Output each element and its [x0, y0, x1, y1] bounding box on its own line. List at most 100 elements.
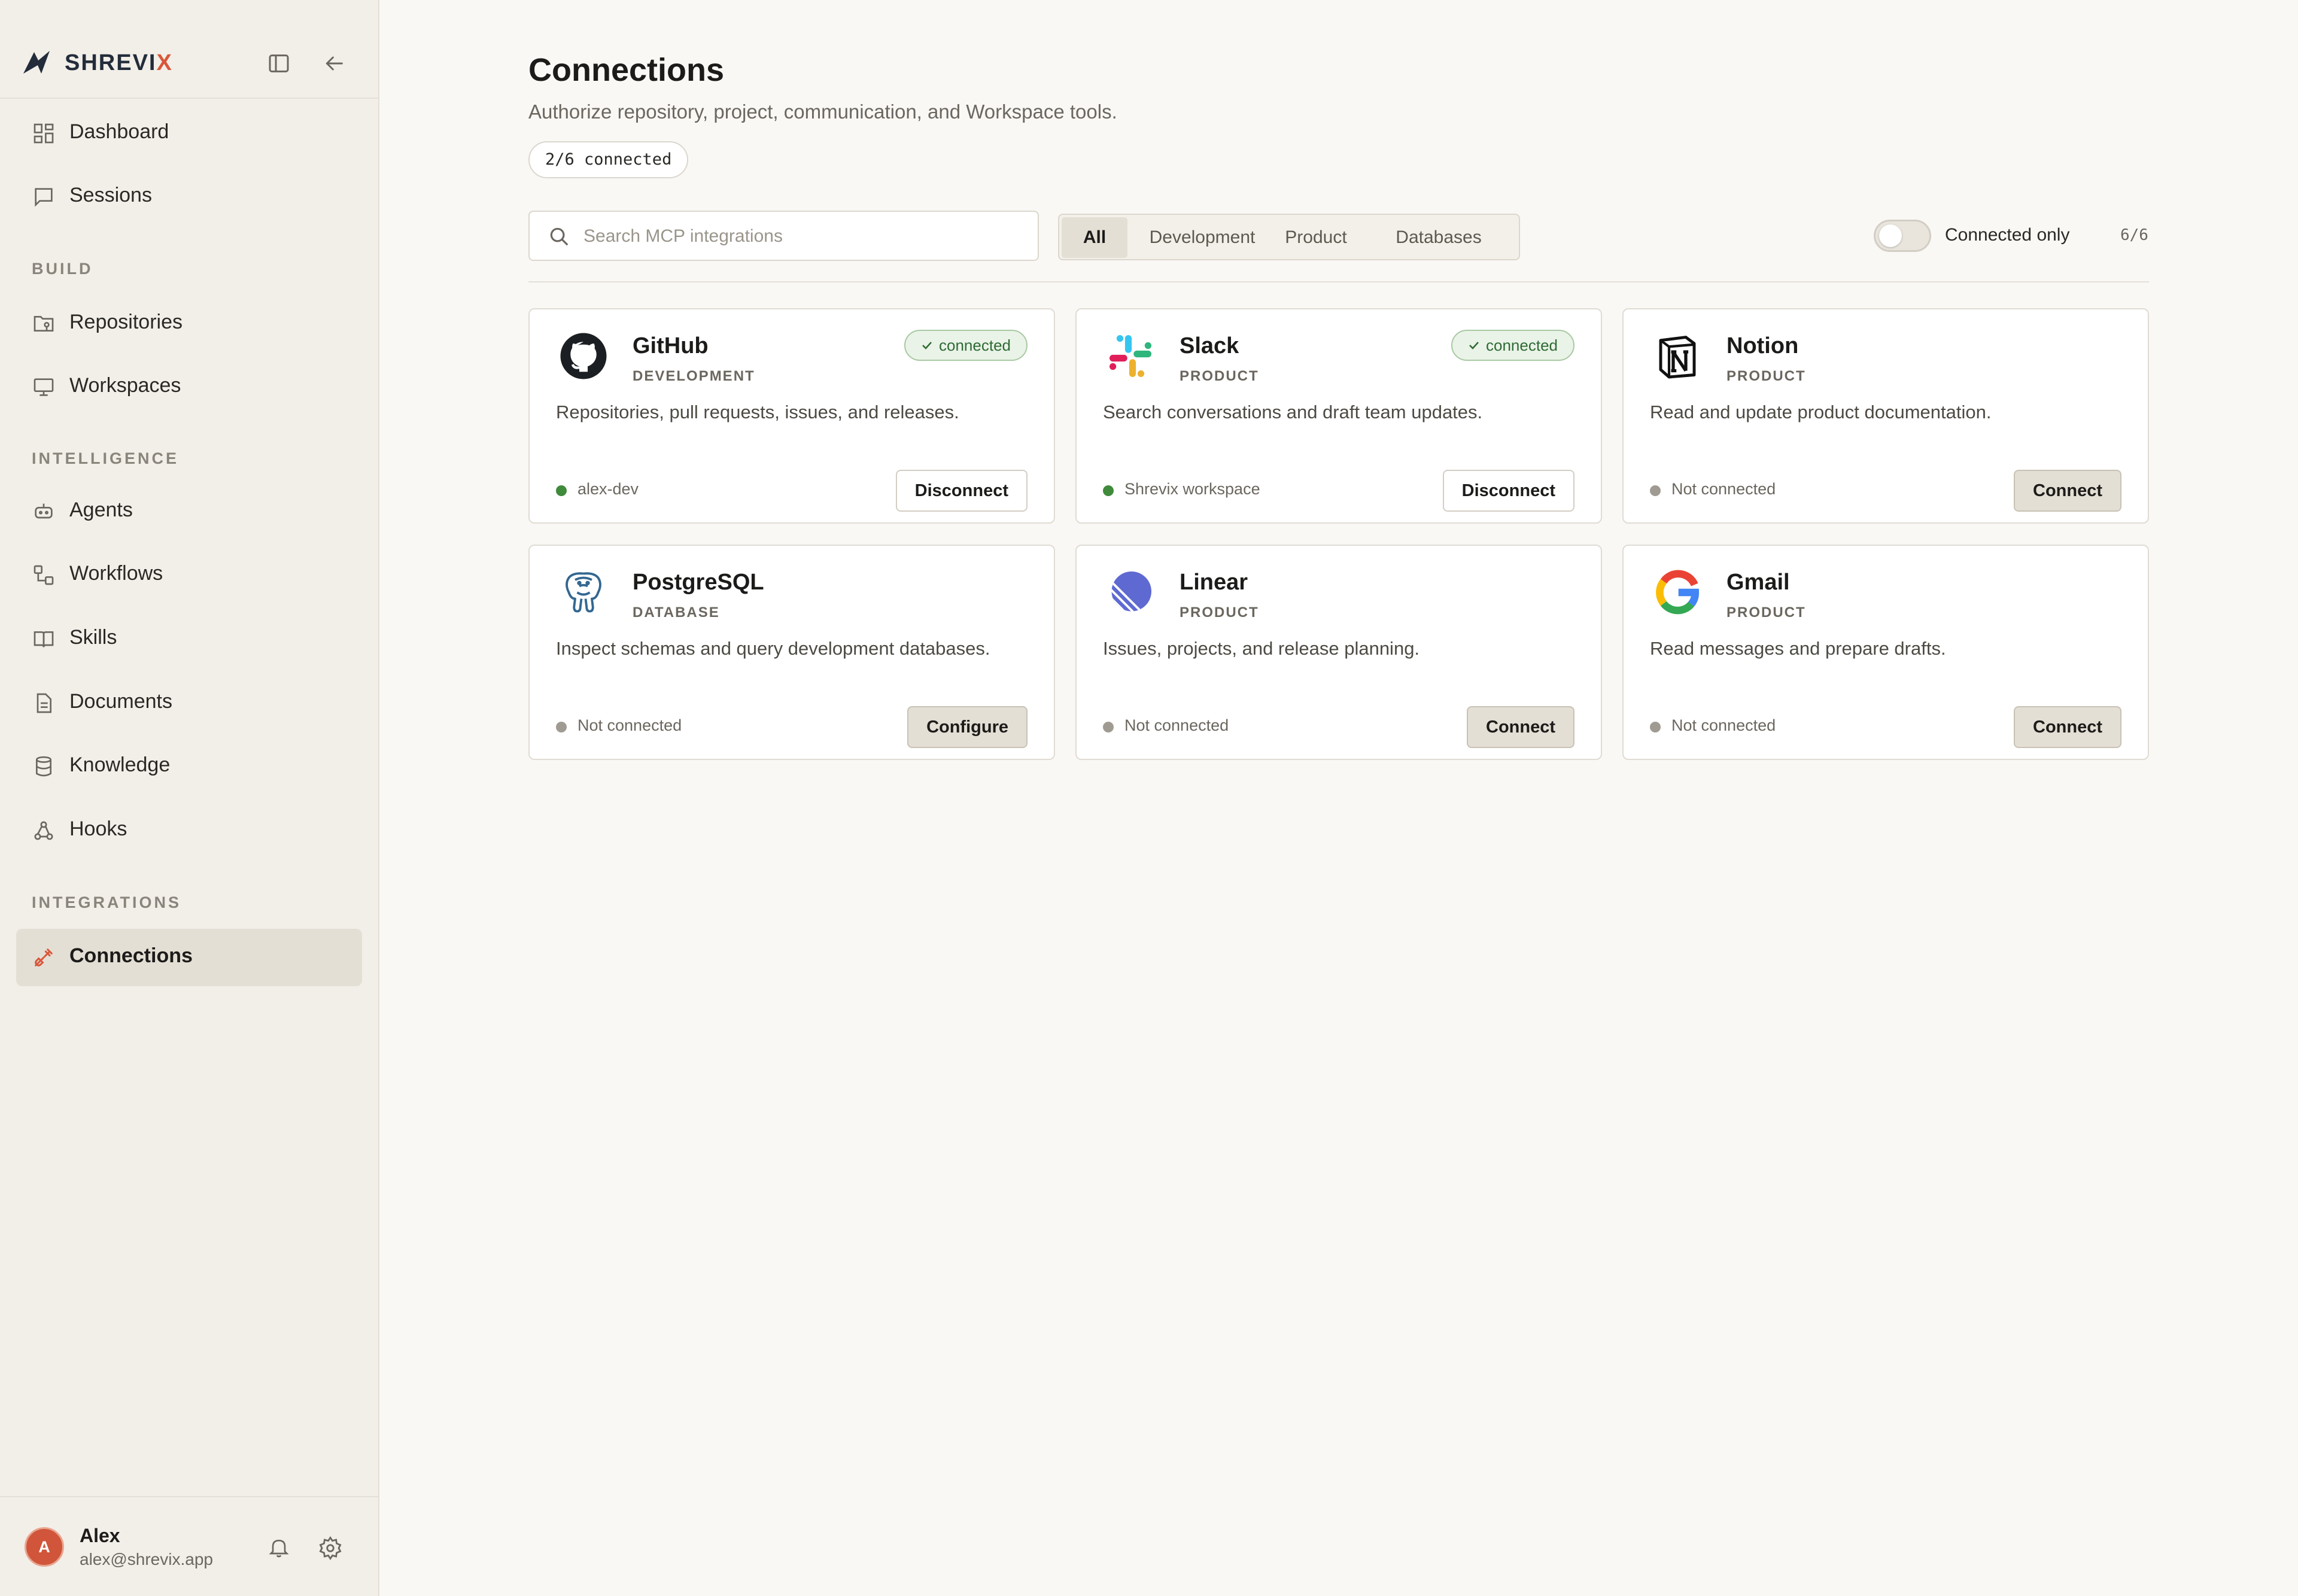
connected-only-toggle[interactable]: [1874, 220, 1931, 252]
sidebar-item-label: Documents: [69, 690, 172, 713]
check-icon: [922, 342, 932, 349]
integration-name: Gmail: [1726, 570, 1790, 595]
status-dot: [1103, 485, 1114, 496]
integration-name: PostgreSQL: [633, 570, 764, 595]
page-subtitle: Authorize repository, project, communica…: [528, 101, 1117, 123]
connection-status: Shrevix workspace: [1103, 480, 1260, 498]
connection-status: Not connected: [1650, 480, 1776, 498]
status-badge: connected: [904, 330, 1028, 361]
workflow-icon: [34, 565, 54, 585]
integration-description: Read messages and prepare drafts.: [1650, 638, 1946, 659]
tab-development[interactable]: Development: [1133, 217, 1271, 258]
search-box[interactable]: [528, 211, 1039, 261]
status-dot: [1650, 485, 1661, 496]
collapse-arrow-icon[interactable]: [322, 51, 346, 75]
database-icon: [36, 756, 51, 777]
plug-icon: [35, 949, 53, 966]
sidebar-item-sessions[interactable]: Sessions: [16, 168, 362, 226]
sidebar-item-label: Repositories: [69, 311, 183, 333]
integration-category: DATABASE: [633, 604, 720, 621]
connect-button[interactable]: Connect: [2014, 470, 2121, 512]
integration-card-slack: Slack PRODUCT connected Search conversat…: [1075, 308, 1602, 524]
sidebar-item-documents[interactable]: Documents: [16, 674, 362, 732]
bot-icon: [35, 503, 53, 519]
notion-logo-icon: [1659, 336, 1696, 379]
section-label-integrations: INTEGRATIONS: [32, 893, 181, 911]
sidebar-item-repositories[interactable]: Repositories: [16, 295, 362, 352]
sidebar-item-knowledge[interactable]: Knowledge: [16, 738, 362, 795]
search-input[interactable]: [583, 218, 1026, 255]
status-dot: [556, 722, 567, 732]
integration-card-notion: Notion PRODUCT Read and update product d…: [1622, 308, 2149, 524]
sidebar-toggle-icon[interactable]: [267, 51, 291, 75]
book-icon: [34, 631, 54, 647]
integration-category: PRODUCT: [1726, 604, 1806, 621]
sidebar-item-workspaces[interactable]: Workspaces: [16, 358, 362, 416]
check-icon: [1469, 342, 1479, 349]
sidebar-item-label: Agents: [69, 498, 133, 521]
integration-name: Notion: [1726, 333, 1799, 358]
result-count: 6/6: [2120, 226, 2148, 244]
section-label-intelligence: INTELLIGENCE: [32, 449, 180, 467]
disconnect-button[interactable]: Disconnect: [895, 470, 1028, 512]
user-profile[interactable]: A Alex alex@shrevix.app: [0, 1496, 378, 1596]
integration-card-gmail: Gmail PRODUCT Read messages and prepare …: [1622, 545, 2149, 760]
sidebar-item-label: Sessions: [69, 184, 152, 206]
divider: [528, 281, 2149, 282]
status-dot: [1103, 722, 1114, 732]
disconnect-button[interactable]: Disconnect: [1442, 470, 1574, 512]
integration-card-linear: Linear PRODUCT Issues, projects, and rel…: [1075, 545, 1602, 760]
sidebar-item-hooks[interactable]: Hooks: [16, 802, 362, 859]
configure-button[interactable]: Configure: [907, 706, 1028, 748]
sidebar-item-workflows[interactable]: Workflows: [16, 546, 362, 604]
tab-product[interactable]: Product: [1271, 217, 1361, 258]
integration-card-github: GitHub DEVELOPMENT connected Repositorie…: [528, 308, 1055, 524]
postgresql-logo-icon: [566, 572, 601, 613]
connection-status: Not connected: [556, 716, 682, 735]
sidebar-item-agents[interactable]: Agents: [16, 483, 362, 540]
brand-name: SHREVIX: [65, 50, 173, 75]
sidebar-item-skills[interactable]: Skills: [16, 610, 362, 668]
sidebar: SHREVIX Dashboard Sessions BUILD Reposit…: [0, 0, 379, 1596]
bell-icon[interactable]: [267, 1536, 291, 1559]
logo-icon: [23, 51, 50, 74]
category-filter-tabs: All Development Product Databases: [1058, 214, 1520, 260]
integration-name: Slack: [1180, 333, 1239, 358]
sidebar-item-connections[interactable]: Connections: [16, 929, 362, 986]
status-dot: [1650, 722, 1661, 732]
user-email: alex@shrevix.app: [80, 1550, 213, 1568]
connected-only-label: Connected only: [1945, 225, 2070, 245]
page-title: Connections: [528, 52, 725, 88]
integration-category: PRODUCT: [1726, 368, 1806, 384]
sidebar-item-label: Skills: [69, 626, 117, 649]
tab-all[interactable]: All: [1062, 217, 1127, 258]
integration-name: Linear: [1180, 570, 1248, 595]
tab-databases[interactable]: Databases: [1361, 217, 1516, 258]
sidebar-item-label: Workflows: [69, 562, 163, 585]
integration-category: PRODUCT: [1180, 368, 1259, 384]
connection-status: Not connected: [1650, 716, 1776, 735]
avatar[interactable]: A: [25, 1527, 64, 1567]
github-logo-icon: [560, 333, 607, 379]
monitor-icon: [34, 378, 54, 396]
integration-description: Repositories, pull requests, issues, and…: [556, 402, 959, 422]
status-dot: [556, 485, 567, 496]
integration-name: GitHub: [633, 333, 709, 358]
toggle-knob: [1879, 224, 1902, 247]
gear-icon[interactable]: [318, 1536, 343, 1561]
sidebar-item-dashboard[interactable]: Dashboard: [16, 105, 362, 162]
integration-description: Read and update product documentation.: [1650, 402, 1992, 422]
document-icon: [37, 693, 51, 713]
connection-status: alex-dev: [556, 480, 639, 498]
integration-description: Search conversations and draft team upda…: [1103, 402, 1483, 422]
connected-count-badge: 2/6 connected: [528, 141, 689, 178]
sidebar-item-label: Hooks: [69, 817, 127, 840]
integration-category: PRODUCT: [1180, 604, 1259, 621]
linear-logo-icon: [1111, 571, 1151, 612]
connect-button[interactable]: Connect: [2014, 706, 2121, 748]
integration-description: Issues, projects, and release planning.: [1103, 638, 1420, 659]
integration-category: DEVELOPMENT: [633, 368, 755, 384]
integration-description: Inspect schemas and query development da…: [556, 638, 990, 659]
connect-button[interactable]: Connect: [1467, 706, 1574, 748]
dashboard-icon: [34, 123, 54, 144]
